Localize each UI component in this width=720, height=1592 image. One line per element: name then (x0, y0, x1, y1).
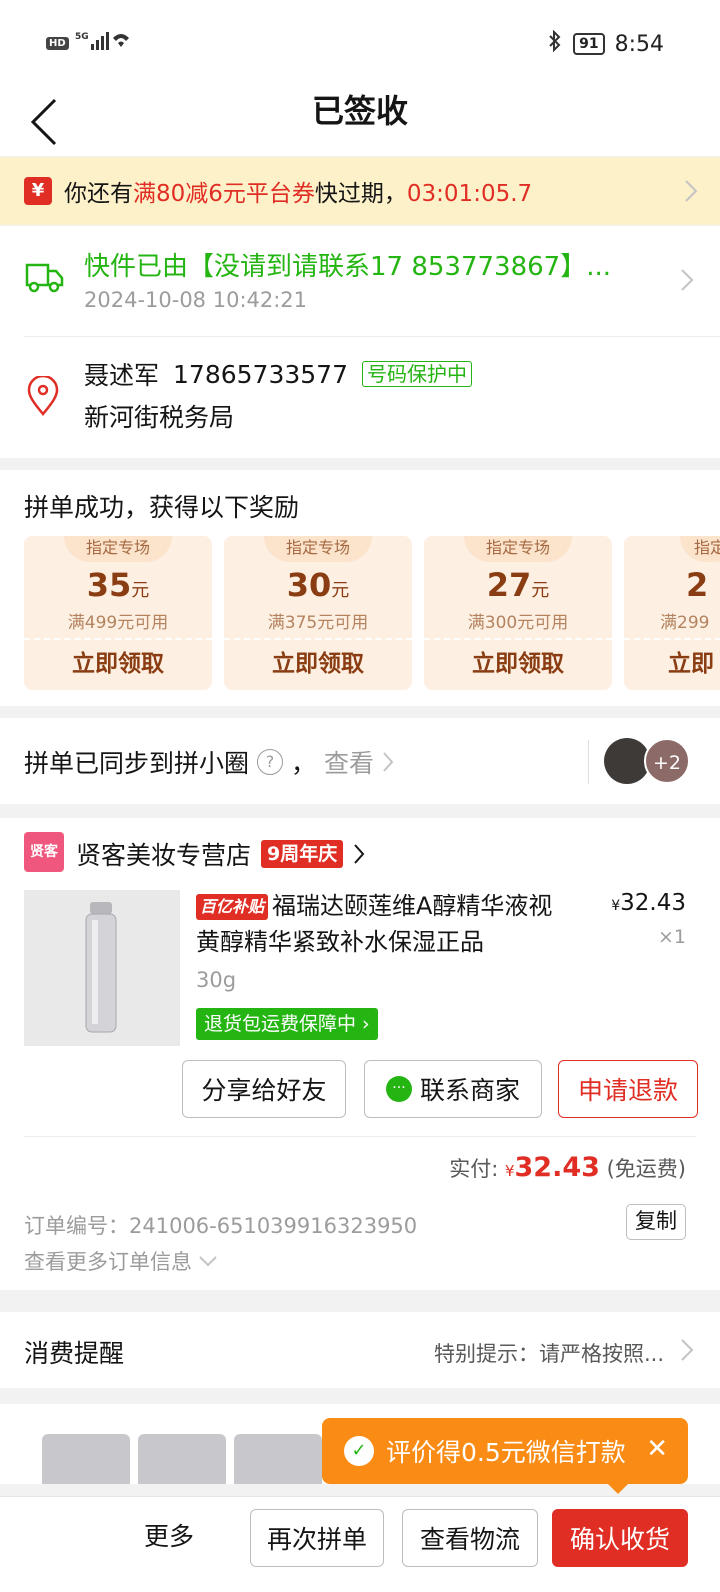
more-button[interactable]: 更多 (144, 1517, 194, 1553)
svg-text:5G: 5G (75, 32, 89, 42)
serum-bottle-icon (85, 902, 117, 1033)
reward-coupon-list: 指定专场 35元 满499元可用 立即领取 指定专场 30元 满375元可用 立… (24, 536, 720, 690)
order-card: 贤客 贤客美妆专营店 9周年庆 百亿补贴 福瑞达颐莲维A醇精华液视黄醇精华紧致补水… (0, 818, 720, 1290)
divider (588, 740, 589, 784)
bluetooth-icon (547, 29, 563, 58)
return-shipping-guarantee[interactable]: 退货包运费保障中 › (196, 1008, 378, 1040)
chevron-right-icon (685, 180, 698, 202)
reward-coupon[interactable]: 指定专场 27元 满300元可用 立即领取 (424, 536, 612, 690)
group-sync-row[interactable]: 拼单已同步到拼小圈 ? ， 查看 +2 (0, 718, 720, 804)
hd-icon: HD (46, 36, 69, 50)
close-icon[interactable]: ✕ (646, 1434, 668, 1464)
avatar-more-count[interactable]: +2 (644, 738, 690, 784)
page-title: 已签收 (311, 92, 408, 130)
subsidy-badge: 百亿补贴 (196, 894, 269, 920)
logistics-section: 快件已由【没请到请联系17 853773867】... 2024-10-08 1… (0, 226, 720, 458)
help-icon[interactable]: ? (257, 749, 284, 775)
rewards-section: 拼单成功，获得以下奖励 指定专场 35元 满499元可用 立即领取 指定专场 3… (0, 470, 720, 706)
recipient-phone: 17865733577 (173, 359, 348, 389)
signal-icon: 5G (75, 30, 129, 56)
claim-button[interactable]: 立即领取 (424, 644, 612, 684)
chevron-down-icon (199, 1256, 217, 1267)
group-sync-text: 拼单已同步到拼小圈 (24, 749, 250, 778)
recommended-product-image[interactable] (138, 1434, 226, 1484)
paid-summary: 实付: ¥32.43 (免运费) (449, 1152, 686, 1183)
recommended-product-image[interactable] (234, 1434, 322, 1484)
rewards-title: 拼单成功，获得以下奖励 (24, 493, 300, 522)
reminder-label: 消费提醒 (24, 1339, 125, 1368)
copy-button[interactable]: 复制 (626, 1204, 686, 1240)
truck-icon (25, 263, 64, 293)
confirm-receipt-button[interactable]: 确认收货 (552, 1509, 688, 1567)
product-spec: 30g (196, 968, 237, 992)
chevron-right-icon (354, 844, 365, 864)
contact-seller-button[interactable]: ··· 联系商家 (364, 1060, 542, 1118)
wechat-icon: ✓ (344, 1436, 374, 1466)
status-bar: HD 5G 91 8:54 (0, 0, 720, 88)
reward-coupon[interactable]: 指定专场 35元 满499元可用 立即领取 (24, 536, 212, 690)
claim-button[interactable]: 立即领取 (24, 644, 212, 684)
reminder-text: 特别提示：请严格按照... (433, 1342, 664, 1366)
review-reward-tooltip[interactable]: ✓ 评价得0.5元微信打款 ✕ (322, 1418, 688, 1494)
coupon-expiry-banner[interactable]: ¥ 你还有满80减6元平台券快过期，03:01:05.7 (0, 157, 720, 225)
bottom-action-bar: 更多 再次拼单 查看物流 确认收货 (0, 1496, 720, 1592)
logistics-time: 2024-10-08 10:42:21 (84, 288, 308, 312)
coupon-icon: ¥ (24, 177, 52, 205)
share-button[interactable]: 分享给好友 (182, 1060, 346, 1118)
view-logistics-button[interactable]: 查看物流 (402, 1509, 538, 1567)
anniversary-badge: 9周年庆 (261, 840, 344, 868)
location-pin-icon (27, 376, 59, 416)
chevron-right-icon (681, 1339, 694, 1361)
recipient-address: 新河街税务局 (84, 403, 235, 432)
reward-coupon[interactable]: 指定 2 满299 立即 (624, 536, 720, 690)
reward-coupon[interactable]: 指定专场 30元 满375元可用 立即领取 (224, 536, 412, 690)
number-protection-badge: 号码保护中 (361, 361, 472, 387)
chevron-right-icon (383, 752, 394, 772)
refund-button[interactable]: 申请退款 (558, 1060, 698, 1118)
regroup-button[interactable]: 再次拼单 (250, 1509, 384, 1567)
claim-button[interactable]: 立即领取 (224, 644, 412, 684)
review-reward-text: 评价得0.5元微信打款 (386, 1438, 626, 1467)
recommended-product-image[interactable] (42, 1434, 130, 1484)
divider (24, 1136, 696, 1137)
coupon-countdown: 03:01:05.7 (406, 181, 533, 207)
product-image[interactable] (24, 890, 180, 1046)
coupon-highlight: 满80减6元平台券 (133, 181, 315, 207)
clock: 8:54 (614, 31, 664, 57)
divider (24, 336, 720, 337)
product-price: ¥32.43 (611, 890, 686, 916)
product-quantity: ×1 (657, 926, 686, 948)
shop-logo[interactable]: 贤客 (24, 832, 64, 872)
shop-link[interactable]: 贤客美妆专营店 9周年庆 (76, 836, 365, 872)
consumption-reminder[interactable]: 消费提醒 特别提示：请严格按照... (0, 1312, 720, 1388)
chat-icon: ··· (385, 1076, 412, 1102)
logistics-status[interactable]: 快件已由【没请到请联系17 853773867】... (84, 246, 644, 283)
view-link[interactable]: 查看 (324, 744, 374, 780)
claim-button[interactable]: 立即 (624, 644, 720, 684)
order-number: 订单编号：241006-651039916323950 (24, 1214, 418, 1238)
shop-name: 贤客美妆专营店 (76, 841, 252, 870)
chevron-right-icon[interactable] (680, 268, 694, 292)
more-order-info[interactable]: 查看更多订单信息 (24, 1246, 218, 1276)
page-header: 已签收 (0, 88, 720, 156)
battery-icon: 91 (573, 33, 605, 55)
product-title[interactable]: 百亿补贴 福瑞达颐莲维A醇精华液视黄醇精华紧致补水保湿正品 (196, 888, 576, 960)
recipient-name: 聂述军 (84, 361, 160, 390)
recipient-info: 聂述军 17865733577 号码保护中 (84, 356, 472, 392)
